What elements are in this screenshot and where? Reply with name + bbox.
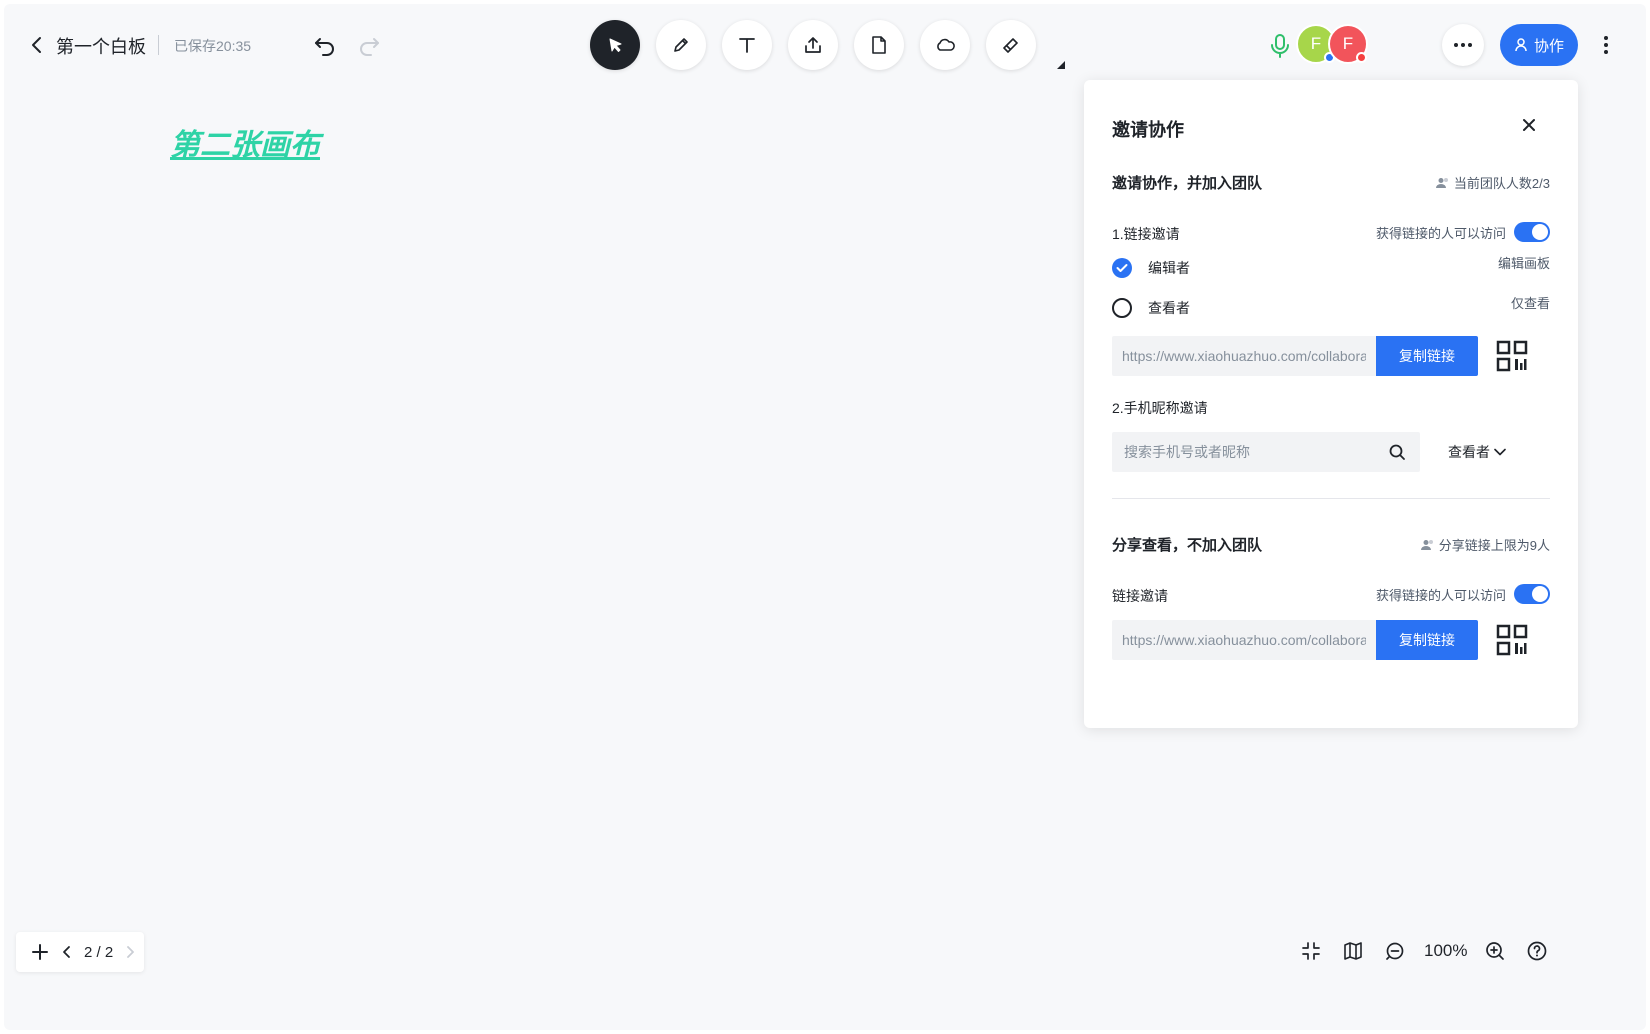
team-icon [1420,539,1433,550]
radio-unchecked[interactable] [1112,298,1132,318]
role-label: 编辑者 [1148,260,1190,276]
whiteboard-app: 第一个白板 已保存20:35 F F 协作 第二张画布 邀请协作 邀请协作，并加… [4,4,1646,1030]
chevron-down-icon [1494,448,1506,456]
tool-shape[interactable] [920,20,970,70]
minimap-icon[interactable] [1342,940,1364,962]
avatar-status-dot [1356,52,1367,63]
eraser-icon [1003,38,1018,53]
tool-select[interactable] [590,20,640,70]
zoom-out-icon[interactable] [1384,940,1406,962]
copy-link-button[interactable]: 复制链接 [1376,336,1478,376]
search-box [1112,432,1420,472]
more-menu-button[interactable] [1600,32,1612,58]
kebab-dot [1604,43,1608,47]
role-hint: 仅查看 [1510,295,1550,311]
collaborate-button[interactable]: 协作 [1500,24,1578,66]
avatar-initial: F [1310,34,1322,53]
select-icon [609,38,622,52]
qr-code-icon[interactable] [1496,340,1528,372]
search-input[interactable] [1112,432,1388,472]
chevron-left-icon[interactable] [60,945,74,959]
top-bar: 第一个白板 已保存20:35 F F 协作 [4,4,1646,88]
tool-file[interactable] [854,20,904,70]
team-member-count: 当前团队人数2/3 [1435,173,1550,192]
role-select[interactable]: 查看者 [1448,442,1506,462]
upload-icon [805,37,821,53]
tool-pen[interactable] [656,20,706,70]
zoom-in-icon[interactable] [1484,940,1506,962]
kebab-dot [1604,36,1608,40]
role-select-value: 查看者 [1448,444,1490,460]
role-option-editor[interactable]: 编辑者 编辑画板 [1112,256,1550,280]
team-section-title: 邀请协作，并加入团队 [1112,175,1263,192]
add-page-icon[interactable] [30,942,50,962]
share-access-label: 获得链接的人可以访问 [1375,587,1506,603]
page-indicator: 2 / 2 [84,943,114,961]
page-navigator: 2 / 2 [16,932,144,972]
role-label: 查看者 [1148,300,1190,316]
link-access-setting: 获得链接的人可以访问 [1376,222,1550,242]
user-add-icon [1515,38,1527,52]
kebab-dot [1604,50,1608,54]
radio-checked[interactable] [1112,258,1132,278]
avatar[interactable]: F [1328,24,1368,64]
share-limit-note: 分享链接上限为9人 [1420,535,1550,554]
document-title[interactable]: 第一个白板 [56,33,146,59]
file-icon [872,36,886,54]
role-option-viewer[interactable]: 查看者 仅查看 [1112,296,1550,320]
share-link-field[interactable] [1112,620,1376,660]
microphone-icon[interactable] [1267,32,1293,60]
chevron-right-icon[interactable] [123,945,137,959]
title-divider [158,35,159,55]
share-link-invite-label: 链接邀请 [1112,588,1168,604]
more-members-button[interactable] [1442,24,1484,66]
section-divider [1112,498,1550,499]
back-arrow-icon[interactable] [26,34,48,56]
canvas-text[interactable]: 第二张画布 [170,120,320,164]
phone-invite-row: 查看者 [1112,432,1550,472]
qr-code-icon[interactable] [1496,624,1528,656]
shape-icon [937,38,955,51]
pen-icon [674,38,688,52]
share-limit-text: 分享链接上限为9人 [1438,538,1550,553]
close-icon[interactable] [1520,116,1538,134]
save-status: 已保存20:35 [174,38,252,54]
tool-text[interactable] [722,20,772,70]
help-icon[interactable] [1526,940,1548,962]
link-invite-label: 1.链接邀请 [1112,226,1180,242]
search-icon[interactable] [1388,443,1406,461]
share-access-toggle[interactable] [1514,584,1550,604]
tool-eraser[interactable] [986,20,1036,70]
redo-icon[interactable] [356,32,382,58]
share-access-setting: 获得链接的人可以访问 [1376,584,1550,604]
team-icon [1435,177,1448,188]
invite-panel: 邀请协作 邀请协作，并加入团队 当前团队人数2/3 1.链接邀请 获得链接的人可… [1084,80,1578,728]
link-access-toggle[interactable] [1514,222,1550,242]
share-section-title: 分享查看，不加入团队 [1112,537,1263,554]
team-link-row: 复制链接 [1112,336,1550,376]
fit-screen-icon[interactable] [1300,940,1322,962]
zoom-level[interactable]: 100% [1424,941,1467,961]
undo-icon[interactable] [312,32,338,58]
phone-invite-label: 2.手机昵称邀请 [1112,400,1208,416]
link-access-label: 获得链接的人可以访问 [1375,225,1506,241]
check-icon [1116,264,1128,272]
eraser-menu-indicator[interactable] [1057,61,1065,69]
tool-upload[interactable] [788,20,838,70]
panel-title: 邀请协作 [1112,120,1184,140]
text-icon [739,38,755,53]
more-horizontal-icon [1454,43,1472,47]
team-link-field[interactable] [1112,336,1376,376]
copy-link-button[interactable]: 复制链接 [1376,620,1478,660]
team-member-count-text: 当前团队人数2/3 [1453,176,1550,191]
collaborate-button-label: 协作 [1533,37,1564,55]
avatar-initial: F [1342,34,1354,53]
share-link-row: 复制链接 [1112,620,1550,660]
role-hint: 编辑画板 [1497,255,1550,271]
